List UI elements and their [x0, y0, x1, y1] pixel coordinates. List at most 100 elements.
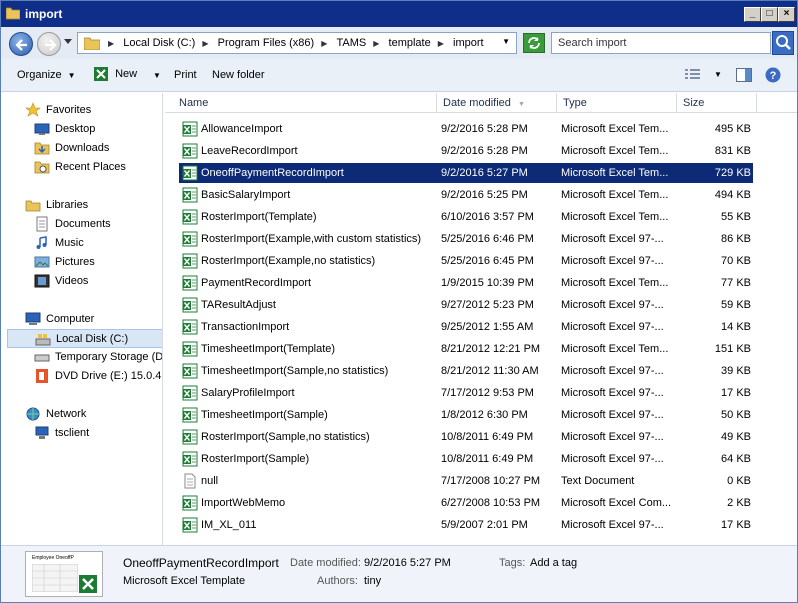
spreadsheet-preview-icon: [32, 564, 78, 592]
column-type[interactable]: Type: [557, 93, 677, 113]
recent-places-icon: [34, 161, 50, 174]
search-input[interactable]: Search import: [551, 32, 771, 54]
file-date-modified: 9/2/2016 5:28 PM: [441, 123, 528, 135]
drive-icon: [34, 354, 50, 362]
crumb-local-disk[interactable]: Local Disk (C:): [123, 37, 195, 49]
nav-label: DVD Drive (E:) 15.0.4: [55, 370, 162, 382]
file-row[interactable]: ImportWebMemo 6/27/2008 10:53 PM Microsoft…: [179, 493, 753, 513]
file-date-modified: 9/2/2016 5:27 PM: [441, 167, 528, 179]
file-type: Microsoft Excel 97-...: [561, 299, 664, 311]
chevron-right-icon[interactable]: ▶: [321, 39, 327, 48]
file-row[interactable]: RosterImport(Template) 6/10/2016 3:57 PM M…: [179, 207, 753, 227]
close-button[interactable]: ×: [778, 7, 795, 22]
new-folder-button[interactable]: New folder: [212, 69, 265, 81]
file-name: BasicSalaryImport: [201, 189, 291, 201]
file-row[interactable]: SalaryProfileImport 7/17/2012 9:53 PM Micr…: [179, 383, 753, 403]
view-options-icon[interactable]: [685, 69, 701, 81]
file-row[interactable]: TAResultAdjust 9/27/2012 5:23 PM Microsoft…: [179, 295, 753, 315]
excel-file-icon: [182, 253, 198, 269]
excel-file-icon: [182, 231, 198, 247]
file-row[interactable]: null 7/17/2008 10:27 PM Text Document 0 KB: [179, 471, 753, 491]
chevron-right-icon[interactable]: ▶: [108, 39, 114, 48]
file-row[interactable]: RosterImport(Example,with custom statist…: [179, 229, 753, 249]
file-row[interactable]: BasicSalaryImport 9/2/2016 5:25 PM Microso…: [179, 185, 753, 205]
file-type: Microsoft Excel Tem...: [561, 145, 669, 157]
excel-file-icon: [182, 451, 198, 467]
file-size: 55 KB: [721, 211, 751, 223]
star-icon: [25, 102, 41, 117]
network-computer-icon: [35, 426, 49, 439]
file-type: Text Document: [561, 475, 635, 487]
help-icon[interactable]: ?: [765, 67, 781, 83]
chevron-right-icon[interactable]: ▶: [202, 39, 208, 48]
file-type: Microsoft Excel 97-...: [561, 519, 664, 531]
file-row[interactable]: AllowanceImport 9/2/2016 5:28 PM Microsoft…: [179, 119, 753, 139]
preview-pane-icon[interactable]: [736, 68, 752, 82]
file-row[interactable]: TimesheetImport(Sample) 1/8/2012 6:30 PM M…: [179, 405, 753, 425]
column-name[interactable]: Name: [173, 93, 437, 113]
new-dropdown[interactable]: ▼: [147, 69, 161, 81]
forward-button[interactable]: [37, 32, 61, 56]
crumb-program-files[interactable]: Program Files (x86): [218, 37, 315, 49]
recent-pages-dropdown-icon[interactable]: [64, 39, 72, 45]
file-row[interactable]: TimesheetImport(Sample,no statistics) 8/2…: [179, 361, 753, 381]
nav-local-disk[interactable]: Local Disk (C:): [7, 329, 162, 348]
file-name: LeaveRecordImport: [201, 145, 298, 157]
file-date-modified: 10/8/2011 6:49 PM: [441, 453, 534, 465]
view-dropdown-icon[interactable]: ▼: [714, 70, 722, 79]
file-thumbnail: Employee OneoffP: [25, 551, 103, 597]
file-row[interactable]: LeaveRecordImport 9/2/2016 5:28 PM Microso…: [179, 141, 753, 161]
file-row[interactable]: TimesheetImport(Template) 8/21/2012 12:21…: [179, 339, 753, 359]
file-row[interactable]: RosterImport(Example,no statistics) 5/25/…: [179, 251, 753, 271]
refresh-button[interactable]: [523, 33, 545, 53]
search-button[interactable]: [772, 31, 794, 55]
file-row[interactable]: RosterImport(Sample,no statistics) 10/8/2…: [179, 427, 753, 447]
file-type: Microsoft Excel 97-...: [561, 431, 664, 443]
nav-label: Music: [55, 237, 84, 249]
column-size[interactable]: Size: [677, 93, 757, 113]
chevron-right-icon[interactable]: ▶: [373, 39, 379, 48]
file-name: RosterImport(Sample): [201, 453, 310, 465]
details-tags-value[interactable]: Add a tag: [530, 557, 577, 569]
nav-label: Network: [46, 408, 87, 420]
nav-label: Pictures: [55, 256, 95, 268]
organize-button[interactable]: Organize ▼: [17, 69, 76, 81]
file-name: TAResultAdjust: [201, 299, 276, 311]
search-icon: [776, 35, 791, 50]
crumb-tams[interactable]: TAMS: [336, 37, 366, 49]
column-date-modified[interactable]: Date modified ▼: [437, 93, 557, 113]
refresh-icon: [528, 37, 540, 49]
title-bar[interactable]: import _ □ ×: [1, 1, 797, 27]
file-row[interactable]: TransactionImport 9/25/2012 1:55 AM Micros…: [179, 317, 753, 337]
chevron-right-icon[interactable]: ▶: [438, 39, 444, 48]
file-date-modified: 8/21/2012 11:30 AM: [441, 365, 539, 377]
file-size: 17 KB: [721, 519, 751, 531]
details-authors-value[interactable]: tiny: [364, 575, 381, 587]
crumb-template[interactable]: template: [389, 37, 431, 49]
address-bar[interactable]: ▶ Local Disk (C:) ▶ Program Files (x86) …: [77, 32, 517, 54]
file-type: Microsoft Excel 97-...: [561, 387, 664, 399]
file-row[interactable]: RosterImport(Sample) 10/8/2011 6:49 PM Mic…: [179, 449, 753, 469]
excel-file-icon: [182, 429, 198, 445]
back-button[interactable]: [9, 32, 33, 56]
chevron-down-icon: ▼: [153, 71, 161, 80]
file-row[interactable]: IM_XL_011 5/9/2007 2:01 PM Microsoft Excel…: [179, 515, 753, 535]
address-row: ▶ Local Disk (C:) ▶ Program Files (x86) …: [1, 27, 797, 59]
maximize-icon: □: [766, 8, 773, 19]
file-row[interactable]: OneoffPaymentRecordImport 9/2/2016 5:27 P…: [179, 163, 753, 183]
nav-label: tsclient: [55, 427, 90, 439]
file-date-modified: 5/25/2016 6:45 PM: [441, 255, 534, 267]
file-date-modified: 10/8/2011 6:49 PM: [441, 431, 534, 443]
crumb-import[interactable]: import: [453, 37, 484, 49]
new-button[interactable]: New: [93, 66, 137, 82]
file-type: Microsoft Excel 97-...: [561, 365, 664, 377]
pictures-icon: [34, 256, 50, 268]
address-dropdown-icon[interactable]: ▼: [502, 37, 510, 46]
maximize-button[interactable]: □: [761, 7, 778, 22]
minimize-button[interactable]: _: [744, 7, 761, 22]
excel-file-icon: [182, 319, 198, 335]
details-file-name: OneoffPaymentRecordImport: [123, 556, 279, 570]
file-size: 2 KB: [727, 497, 751, 509]
print-button[interactable]: Print: [174, 69, 197, 81]
file-row[interactable]: PaymentRecordImport 1/9/2015 10:39 PM Micr…: [179, 273, 753, 293]
